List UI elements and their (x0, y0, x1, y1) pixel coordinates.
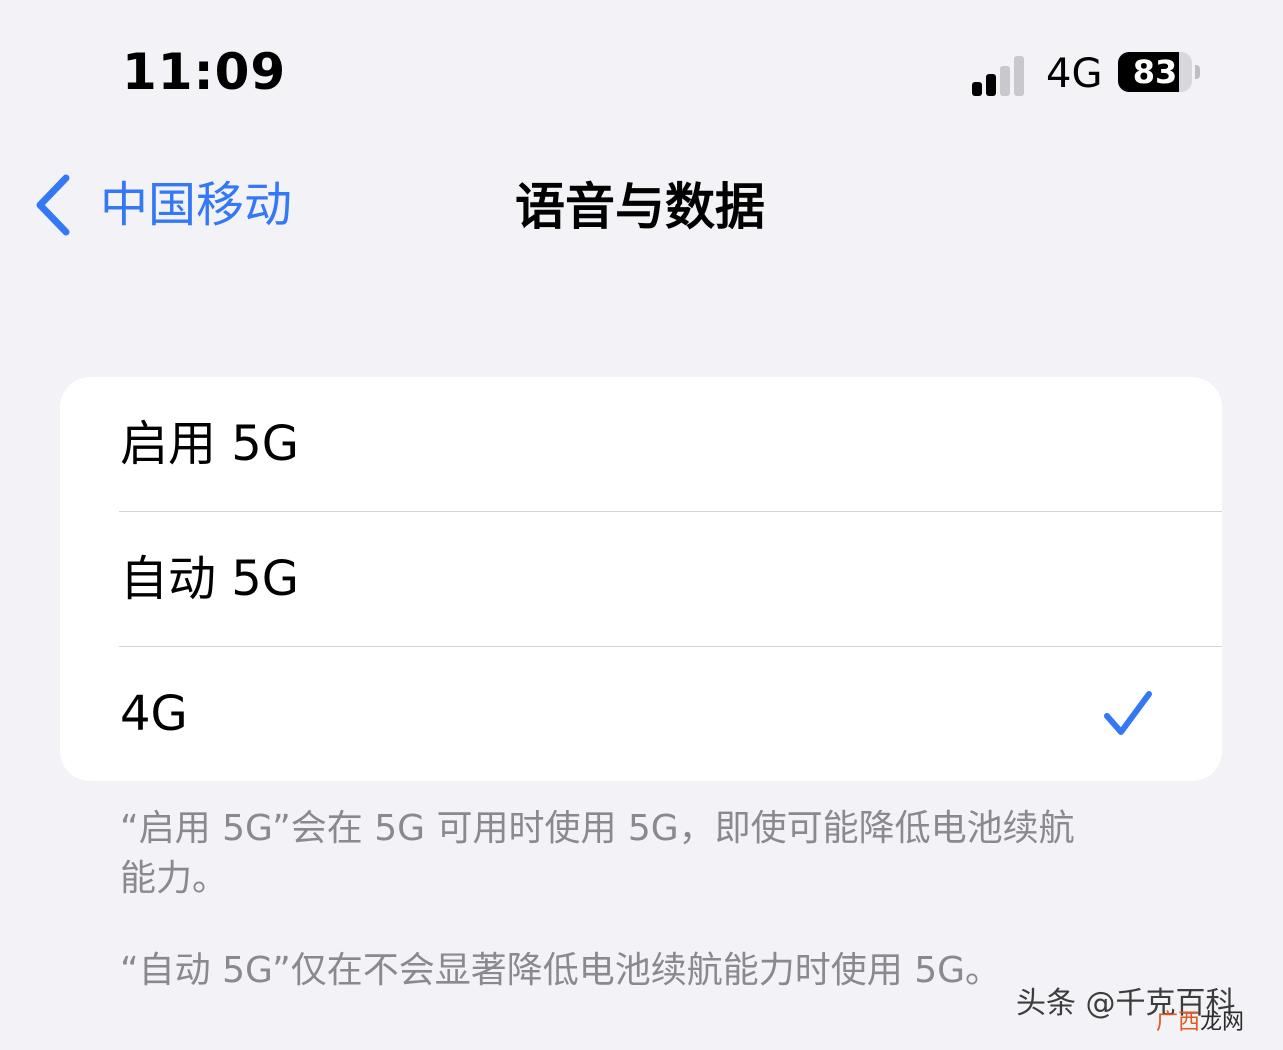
option-row-4g[interactable]: 4G (60, 647, 1222, 781)
status-bar: 11:09 4G 83 (0, 0, 1283, 140)
battery-body: 83 (1118, 52, 1192, 92)
watermark-site: 广西龙网 (1156, 1008, 1244, 1038)
cellular-signal-icon (972, 56, 1024, 96)
status-time: 11:09 (122, 43, 287, 101)
back-button-label: 中国移动 (100, 177, 293, 233)
page-title: 语音与数据 (515, 178, 765, 236)
navigation-bar: 中国移动 语音与数据 (0, 150, 1283, 260)
watermark: 头条 @千克百科 广西龙网 (1016, 982, 1266, 1042)
option-row-enable-5g[interactable]: 启用 5G (60, 377, 1222, 511)
chevron-left-icon (36, 174, 70, 236)
checkmark-icon (1104, 691, 1152, 735)
option-row-auto-5g[interactable]: 自动 5G (60, 512, 1222, 646)
option-label: 自动 5G (120, 551, 299, 607)
battery-icon: 83 (1118, 52, 1202, 92)
network-options-list: 启用 5G 自动 5G 4G (60, 377, 1222, 781)
footer-note-enable-5g: “启用 5G”会在 5G 可用时使用 5G，即使可能降低电池续航能力。 (120, 808, 1075, 899)
battery-level-text: 83 (1132, 53, 1178, 91)
watermark-site-part1: 广西 (1156, 1010, 1201, 1035)
battery-cap (1195, 65, 1200, 79)
footer-note-auto-5g: “自动 5G”仅在不会显著降低电池续航能力时使用 5G。 (120, 950, 1001, 991)
option-label: 4G (120, 686, 188, 742)
network-type-label: 4G (1046, 51, 1103, 97)
watermark-site-part2: 龙网 (1200, 1010, 1245, 1035)
status-indicators: 4G 83 (968, 46, 1208, 102)
option-label: 启用 5G (120, 416, 299, 472)
back-button[interactable]: 中国移动 (30, 170, 330, 240)
